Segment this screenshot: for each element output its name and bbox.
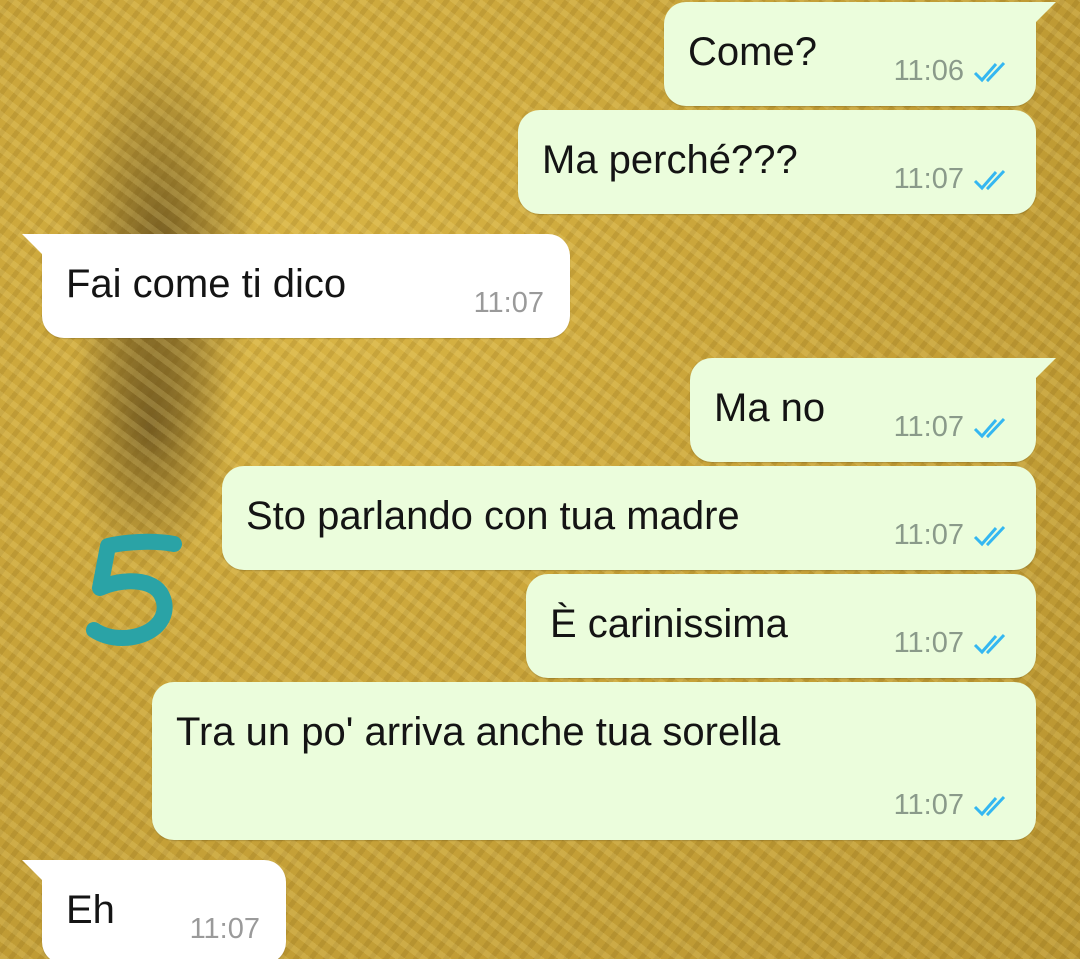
message-text: Eh bbox=[66, 888, 115, 932]
message-time: 11:06 bbox=[893, 55, 964, 87]
message-text: Sto parlando con tua madre bbox=[246, 494, 740, 538]
message-outgoing[interactable]: Ma no 11:07 bbox=[690, 358, 1056, 462]
message-meta: 11:07 bbox=[894, 627, 1010, 660]
message-time: 11:07 bbox=[893, 519, 964, 551]
message-incoming[interactable]: Eh 11:07 bbox=[22, 860, 286, 959]
message-meta: 11:07 bbox=[894, 519, 1010, 552]
message-time: 11:07 bbox=[189, 913, 260, 945]
handwritten-number-annotation bbox=[82, 530, 192, 660]
message-time: 11:07 bbox=[893, 627, 964, 659]
message-meta: 11:06 bbox=[894, 55, 1010, 88]
message-text: Fai come ti dico bbox=[66, 262, 347, 306]
message-time: 11:07 bbox=[473, 287, 544, 319]
message-time: 11:07 bbox=[893, 411, 964, 443]
message-text: Ma perché??? bbox=[542, 138, 798, 182]
message-outgoing[interactable]: Ma perché??? 11:07 bbox=[518, 110, 1036, 214]
message-outgoing[interactable]: Sto parlando con tua madre 11:07 bbox=[222, 466, 1036, 570]
message-text: È carinissima bbox=[550, 602, 788, 646]
message-time: 11:07 bbox=[893, 789, 964, 821]
message-outgoing[interactable]: È carinissima 11:07 bbox=[526, 574, 1036, 678]
message-outgoing[interactable]: Tra un po' arriva anche tua sorella 11:0… bbox=[152, 682, 1036, 840]
message-meta: 11:07 bbox=[894, 411, 1010, 444]
message-incoming[interactable]: Fai come ti dico 11:07 bbox=[22, 234, 570, 338]
message-outgoing[interactable]: Come? 11:06 bbox=[664, 2, 1056, 106]
message-text: Ma no bbox=[714, 386, 826, 430]
message-time: 11:07 bbox=[893, 163, 964, 195]
message-meta: 11:07 bbox=[894, 789, 1010, 822]
double-check-read-icon bbox=[972, 168, 1010, 192]
double-check-read-icon bbox=[972, 632, 1010, 656]
message-text: Tra un po' arriva anche tua sorella bbox=[176, 710, 781, 754]
message-text: Come? bbox=[688, 30, 817, 74]
double-check-read-icon bbox=[972, 416, 1010, 440]
double-check-read-icon bbox=[972, 524, 1010, 548]
message-meta: 11:07 bbox=[894, 163, 1010, 196]
message-meta: 11:07 bbox=[474, 287, 544, 320]
double-check-read-icon bbox=[972, 794, 1010, 818]
message-meta: 11:07 bbox=[190, 913, 260, 946]
double-check-read-icon bbox=[972, 60, 1010, 84]
